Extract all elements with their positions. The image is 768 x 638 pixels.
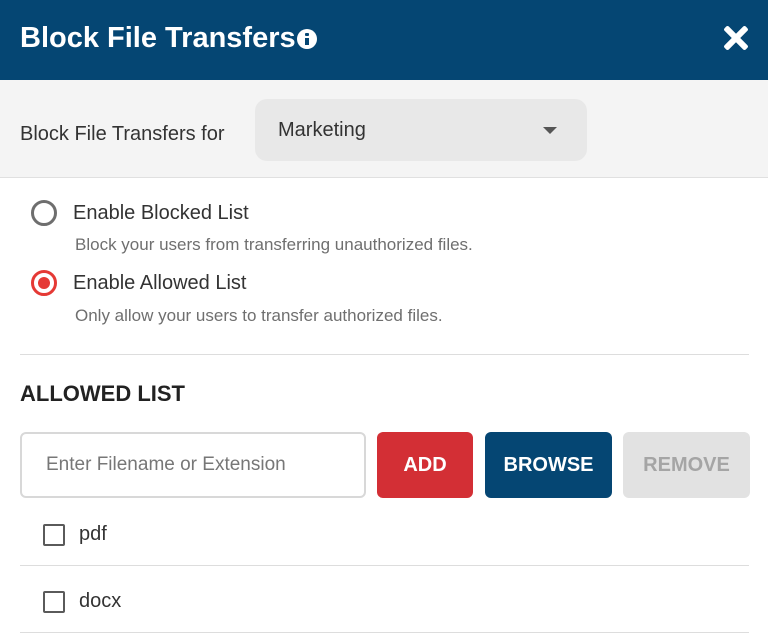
radio-button-checked[interactable] [31,270,57,296]
list-divider [20,632,749,633]
radio-description-blocked-list: Block your users from transferring unaut… [75,235,473,254]
info-icon[interactable] [297,29,317,49]
group-selector-bar: Block File Transfers for Marketing [0,80,768,178]
filename-input[interactable] [20,432,366,498]
remove-button[interactable]: REMOVE [623,432,750,498]
dialog-title: Block File Transfers [20,22,296,54]
checkbox[interactable] [43,524,65,546]
list-item-label: docx [79,590,122,612]
radio-enable-allowed-list[interactable]: Enable Allowed List [31,270,731,300]
allowed-list-heading: ALLOWED LIST [20,381,185,406]
block-file-transfers-dialog: Block File Transfers Block File Transfer… [0,0,768,638]
radio-label-blocked-list: Enable Blocked List [73,202,249,224]
radio-description-allowed-list: Only allow your users to transfer author… [75,306,443,325]
list-item-label: pdf [79,523,107,545]
browse-button[interactable]: BROWSE [485,432,612,498]
close-icon[interactable] [722,24,750,52]
add-button[interactable]: ADD [377,432,473,498]
group-selector-label: Block File Transfers for [20,123,225,145]
radio-button-unchecked[interactable] [31,200,57,226]
list-item[interactable]: docx [20,567,749,633]
list-item[interactable]: pdf [20,500,749,566]
group-select-dropdown[interactable]: Marketing [255,99,587,161]
dialog-header: Block File Transfers [0,0,768,80]
radio-label-allowed-list: Enable Allowed List [73,272,247,294]
checkbox[interactable] [43,591,65,613]
chevron-down-icon [543,127,557,134]
list-divider [20,565,749,566]
group-select-value: Marketing [278,119,366,141]
radio-enable-blocked-list[interactable]: Enable Blocked List [31,200,731,230]
section-divider [20,354,749,355]
